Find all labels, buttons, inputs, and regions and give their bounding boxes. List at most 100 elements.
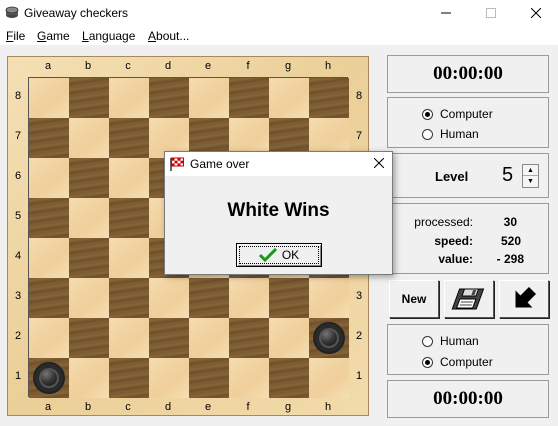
rank-label: 3 xyxy=(14,290,22,302)
board-square-c1[interactable] xyxy=(109,358,149,398)
board-square-a2[interactable] xyxy=(29,318,69,358)
level-panel: Level 5 ▲ ▼ xyxy=(387,153,549,198)
file-label: g xyxy=(284,60,292,72)
maximize-button[interactable] xyxy=(469,0,513,26)
bottom-radio-computer[interactable]: Computer xyxy=(422,355,493,369)
board-square-d3[interactable] xyxy=(149,278,189,318)
board-square-b4[interactable] xyxy=(69,238,109,278)
board-square-h3[interactable] xyxy=(309,278,349,318)
radio-label: Computer xyxy=(440,107,493,121)
board-square-c8[interactable] xyxy=(109,78,149,118)
menu-game[interactable]: Game xyxy=(37,29,70,43)
board-square-c5[interactable] xyxy=(109,198,149,238)
board-square-a4[interactable] xyxy=(29,238,69,278)
checker-piece-black[interactable] xyxy=(313,322,345,354)
file-label: a xyxy=(44,60,52,72)
radio-label: Human xyxy=(440,334,479,348)
top-player-select: Computer Human xyxy=(387,97,549,148)
board-square-f8[interactable] xyxy=(229,78,269,118)
game-over-dialog: Game over White Wins OK xyxy=(164,151,393,275)
board-square-f1[interactable] xyxy=(229,358,269,398)
level-value: 5 xyxy=(502,164,514,186)
spin-down-icon[interactable]: ▼ xyxy=(523,176,538,187)
board-square-b5[interactable] xyxy=(69,198,109,238)
app-icon xyxy=(5,6,19,18)
bottom-timer: 00:00:00 xyxy=(433,388,503,409)
board-square-a6[interactable] xyxy=(29,158,69,198)
board-square-h8[interactable] xyxy=(309,78,349,118)
menu-language[interactable]: Language xyxy=(82,29,135,43)
board-square-b8[interactable] xyxy=(69,78,109,118)
checker-piece-black[interactable] xyxy=(33,362,65,394)
rank-label: 6 xyxy=(14,170,22,182)
new-button-label: New xyxy=(401,292,427,306)
window-title: Giveaway checkers xyxy=(24,6,129,20)
board-square-g2[interactable] xyxy=(269,318,309,358)
undo-button[interactable] xyxy=(499,280,549,318)
rank-label: 4 xyxy=(14,250,22,262)
file-label: h xyxy=(324,401,332,413)
board-square-e3[interactable] xyxy=(189,278,229,318)
board-square-d1[interactable] xyxy=(149,358,189,398)
file-label: h xyxy=(324,60,332,72)
board-square-g3[interactable] xyxy=(269,278,309,318)
new-game-button[interactable]: New xyxy=(389,280,439,318)
checkmark-icon xyxy=(258,248,277,262)
rank-label: 2 xyxy=(14,330,22,342)
rank-label: 8 xyxy=(355,90,363,102)
menu-file[interactable]: File xyxy=(6,29,25,43)
board-square-d2[interactable] xyxy=(149,318,189,358)
board-square-e2[interactable] xyxy=(189,318,229,358)
spin-up-icon[interactable]: ▲ xyxy=(523,165,538,176)
board-square-g8[interactable] xyxy=(269,78,309,118)
save-button[interactable] xyxy=(444,280,494,318)
board-square-c6[interactable] xyxy=(109,158,149,198)
file-label: b xyxy=(84,401,92,413)
maximize-icon xyxy=(486,8,496,18)
value-label: value: xyxy=(438,252,473,266)
file-label: d xyxy=(164,60,172,72)
board-square-a5[interactable] xyxy=(29,198,69,238)
file-label: e xyxy=(204,401,212,413)
board-square-b2[interactable] xyxy=(69,318,109,358)
board-square-c3[interactable] xyxy=(109,278,149,318)
board-square-d8[interactable] xyxy=(149,78,189,118)
rank-label: 7 xyxy=(14,130,22,142)
board-square-c4[interactable] xyxy=(109,238,149,278)
file-label: d xyxy=(164,401,172,413)
rank-label: 5 xyxy=(14,210,22,222)
board-square-c2[interactable] xyxy=(109,318,149,358)
dialog-close-button[interactable] xyxy=(373,155,385,172)
board-square-b1[interactable] xyxy=(69,358,109,398)
minimize-button[interactable] xyxy=(424,0,468,26)
board-square-g1[interactable] xyxy=(269,358,309,398)
board-square-a3[interactable] xyxy=(29,278,69,318)
speed-label: speed: xyxy=(434,234,473,248)
stats-panel: processed: 30 speed: 520 value: - 298 xyxy=(387,203,549,274)
file-label: g xyxy=(284,401,292,413)
board-square-f2[interactable] xyxy=(229,318,269,358)
board-square-e1[interactable] xyxy=(189,358,229,398)
board-square-f3[interactable] xyxy=(229,278,269,318)
top-radio-computer[interactable]: Computer xyxy=(422,107,493,121)
bottom-radio-human[interactable]: Human xyxy=(422,334,479,348)
bottom-player-select: Human Computer xyxy=(387,324,549,375)
board-square-a8[interactable] xyxy=(29,78,69,118)
close-icon xyxy=(531,8,541,18)
board-square-b6[interactable] xyxy=(69,158,109,198)
close-button[interactable] xyxy=(514,0,558,26)
dialog-title: Game over xyxy=(190,157,250,171)
speed-value: 520 xyxy=(500,234,521,248)
board-square-a7[interactable] xyxy=(29,118,69,158)
menu-about[interactable]: About... xyxy=(148,29,189,43)
top-radio-human[interactable]: Human xyxy=(422,127,479,141)
board-square-h1[interactable] xyxy=(309,358,349,398)
level-spinner[interactable]: ▲ ▼ xyxy=(522,164,539,188)
board-square-b7[interactable] xyxy=(69,118,109,158)
file-label: e xyxy=(204,60,212,72)
board-square-b3[interactable] xyxy=(69,278,109,318)
board-square-e8[interactable] xyxy=(189,78,229,118)
rank-label: 2 xyxy=(355,330,363,342)
ok-button[interactable]: OK xyxy=(236,243,322,267)
board-square-c7[interactable] xyxy=(109,118,149,158)
